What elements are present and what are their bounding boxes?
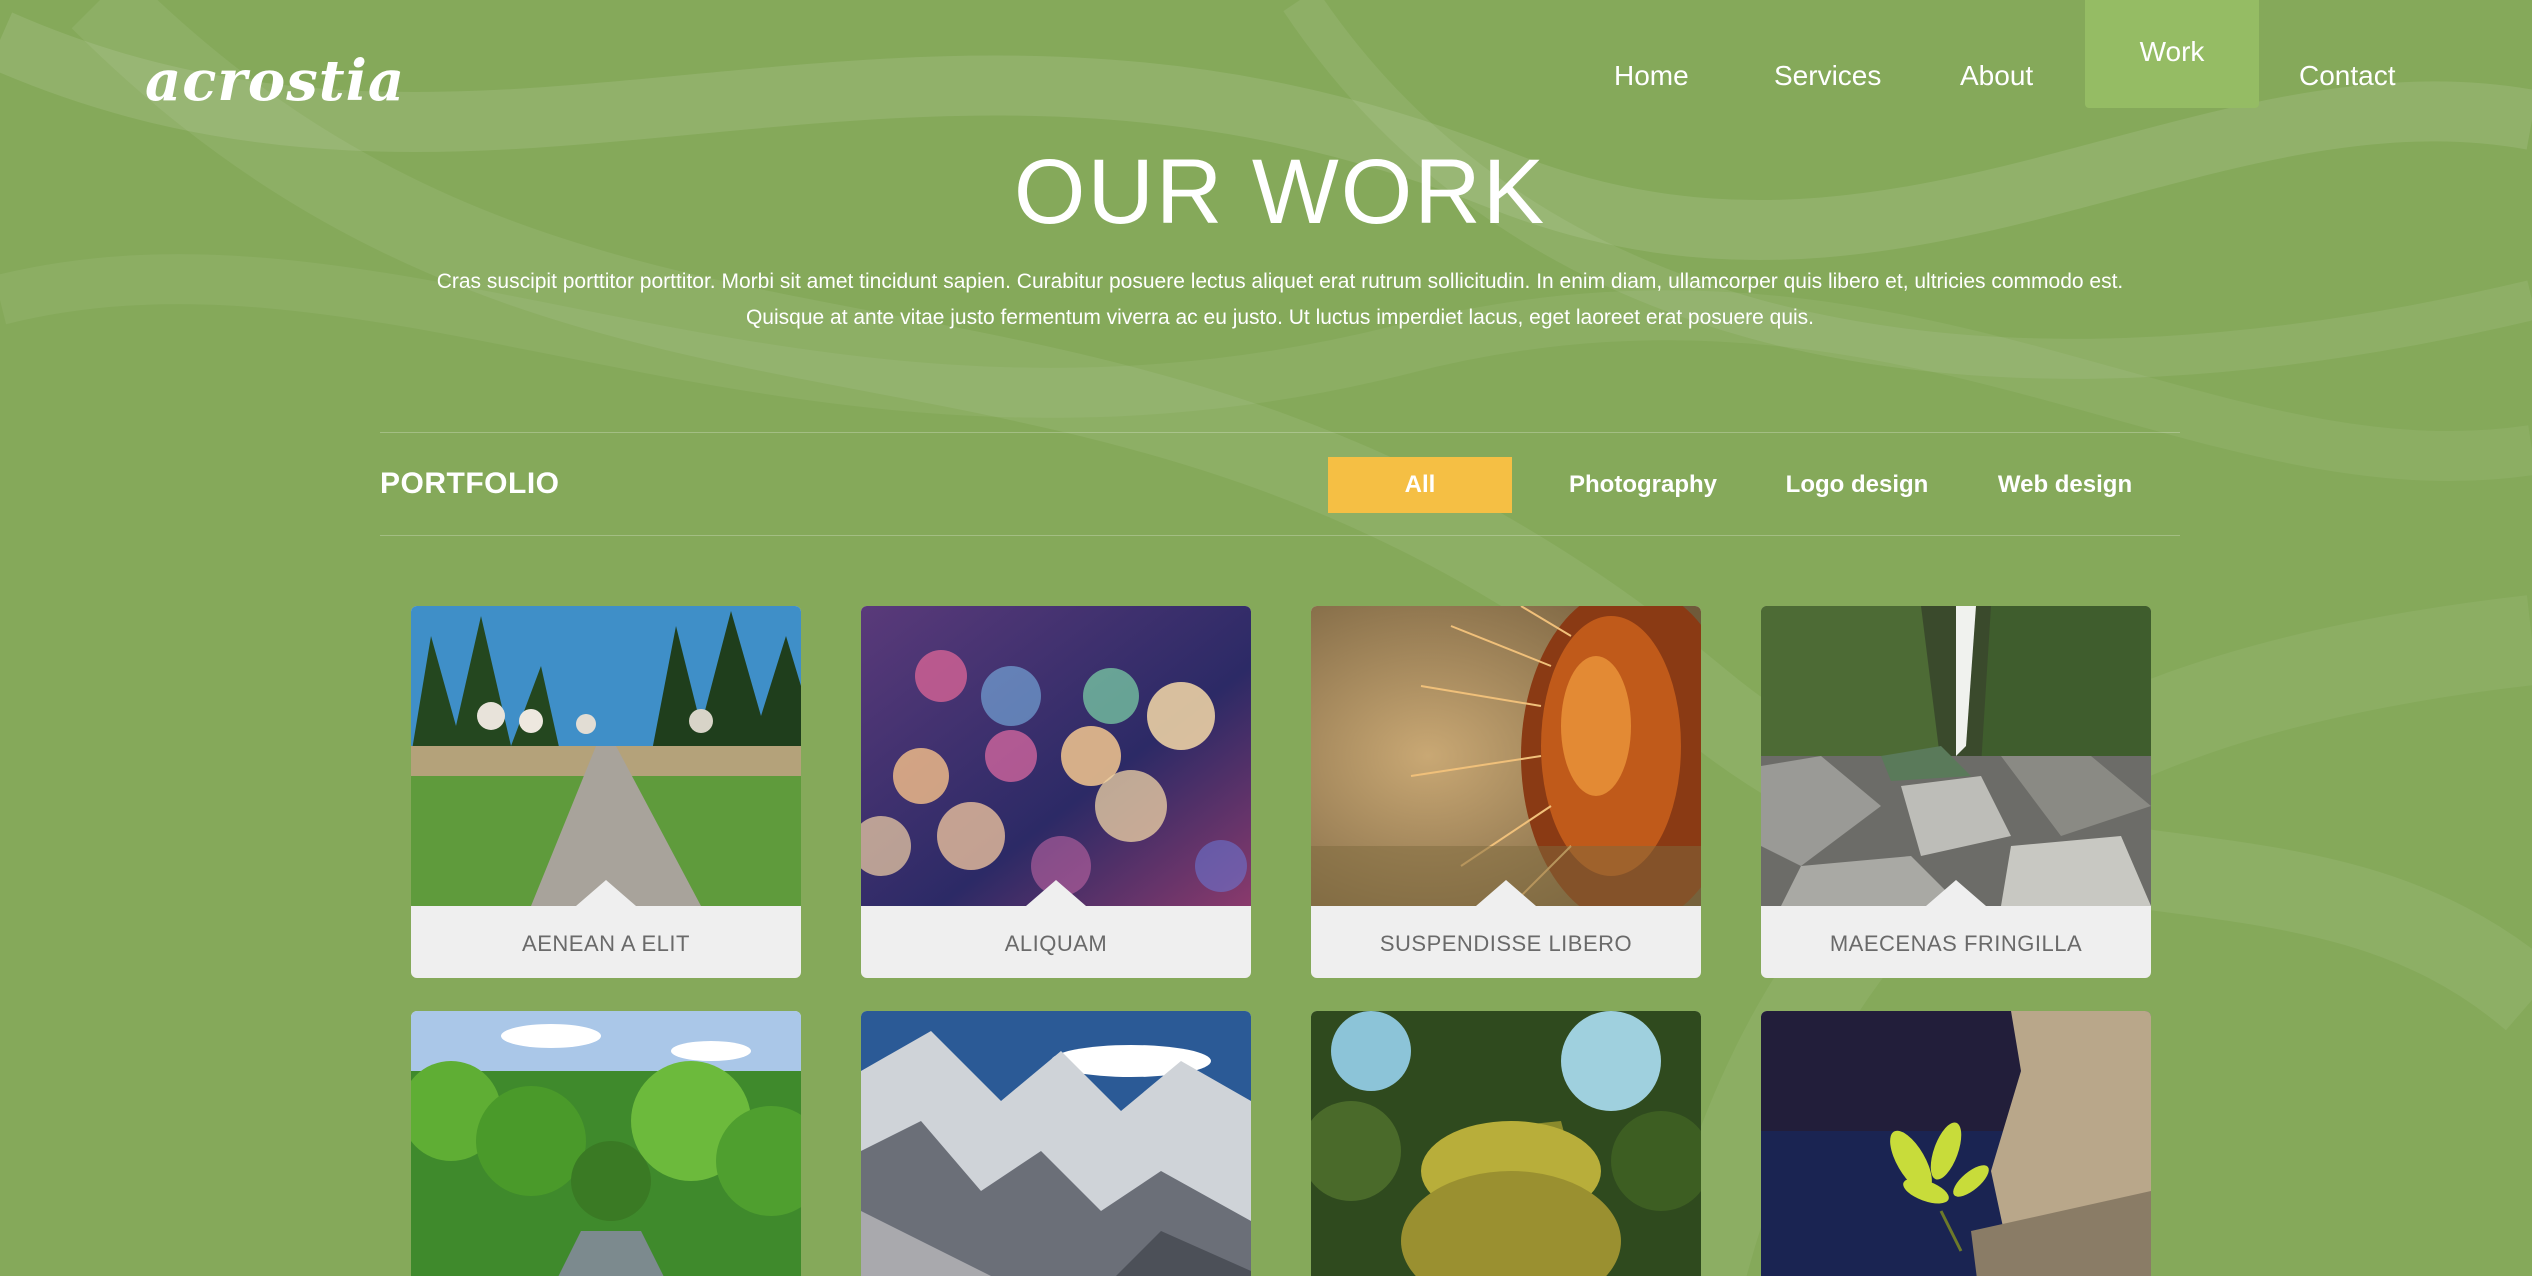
nav-about[interactable]: About [1960,60,2033,92]
nav-services[interactable]: Services [1774,60,1881,92]
green-valley-river-photo [411,1011,801,1276]
snowy-mountains-photo [861,1011,1251,1276]
portfolio-filter-bar: PORTFOLIO All Photography Logo design We… [380,432,2180,536]
portfolio-card[interactable]: AENEAN A ELIT [411,606,801,978]
nav-contact[interactable]: Contact [2299,60,2396,92]
portfolio-card[interactable]: MAECENAS FRINGILLA [1761,606,2151,978]
filter-logo-design[interactable]: Logo design [1772,457,1942,513]
card-caption: AENEAN A ELIT [522,931,690,956]
forest-path-photo [411,606,801,906]
page-title: OUR WORK [1013,141,1547,243]
portfolio-card[interactable] [1761,1011,2151,1276]
filter-photography[interactable]: Photography [1548,457,1738,513]
portfolio-heading: PORTFOLIO [380,467,560,500]
portfolio-card[interactable] [861,1011,1251,1276]
mossy-tree-trunk-photo [1311,1011,1701,1276]
brand-logo[interactable]: acrostia [145,48,405,114]
sprout-on-rock-photo [1761,1011,2151,1276]
portfolio-card[interactable]: ALIQUAM [861,606,1251,978]
portfolio-card[interactable]: SUSPENDISSE LIBERO [1311,606,1701,978]
card-caption: MAECENAS FRINGILLA [1829,931,2083,956]
nav-work[interactable]: Work [2085,0,2259,108]
cactus-closeup-photo [1311,606,1701,906]
waterfall-rocks-photo [1761,606,2151,906]
filter-web-design[interactable]: Web design [1980,457,2150,513]
site-header: acrostia Home Services About Work Contac… [0,0,2532,120]
card-caption: SUSPENDISSE LIBERO [1379,931,1633,956]
filter-all[interactable]: All [1328,457,1512,513]
nav-home[interactable]: Home [1614,60,1689,92]
bokeh-lights-photo [861,606,1251,906]
portfolio-card[interactable] [1311,1011,1701,1276]
intro-text: Cras suscipit porttitor porttitor. Morbi… [400,264,2160,336]
intro-line-2: Quisque at ante vitae justo fermentum vi… [745,306,1815,329]
card-caption: ALIQUAM [1004,931,1108,956]
intro-line-1: Cras suscipit porttitor porttitor. Morbi… [436,270,2124,293]
portfolio-card[interactable] [411,1011,801,1276]
